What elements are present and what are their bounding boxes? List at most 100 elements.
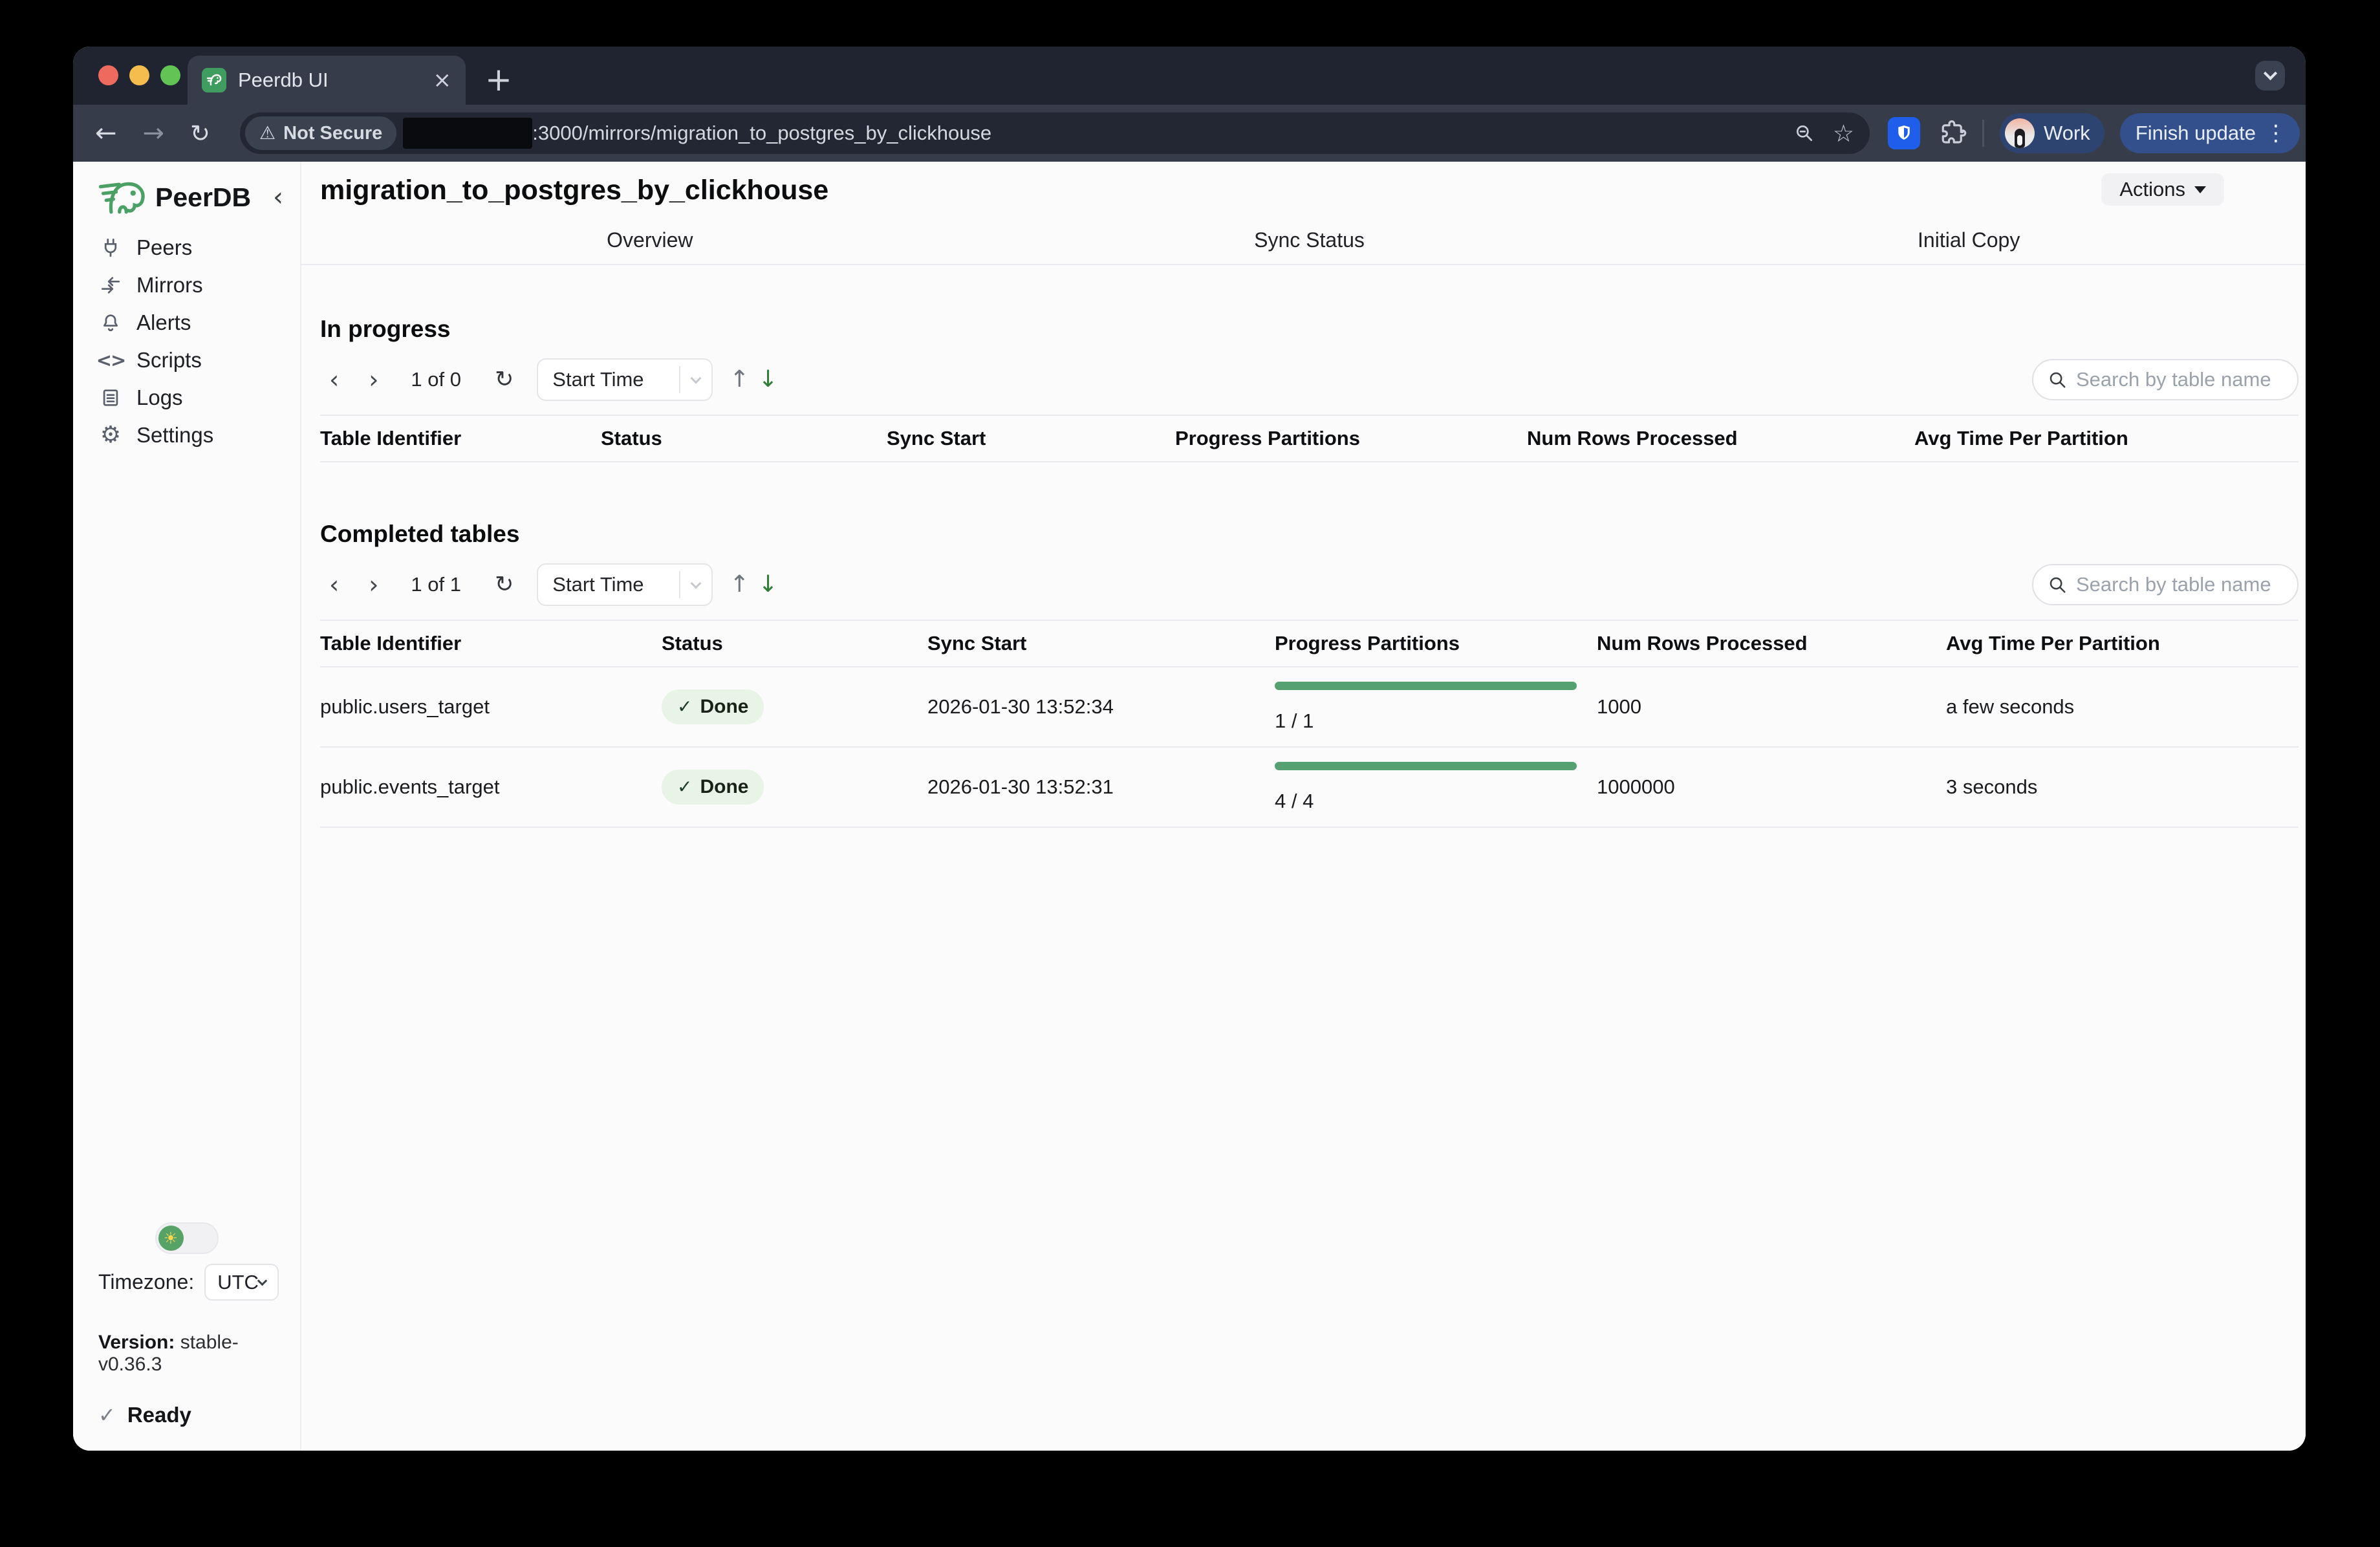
peerdb-favicon-icon	[202, 68, 226, 92]
completed-heading: Completed tables	[320, 521, 2299, 548]
sort-ascending-button[interactable]: ↑	[730, 573, 749, 596]
status-badge: ✓ Done	[662, 689, 764, 724]
brand-name: PeerDB	[155, 182, 251, 213]
chevron-down-icon	[691, 578, 702, 589]
sidebar-item-alerts[interactable]: Alerts	[98, 304, 300, 341]
browser-menu-icon[interactable]: ⋮	[2265, 122, 2287, 144]
sort-field-select[interactable]: Start Time	[537, 358, 713, 401]
completed-table-header: Table Identifier Status Sync Start Progr…	[320, 620, 2299, 667]
progress-bar	[1275, 682, 1577, 690]
in-progress-table-header: Table Identifier Status Sync Start Progr…	[320, 415, 2299, 462]
actions-button[interactable]: Actions	[2101, 173, 2224, 206]
table-row[interactable]: public.users_target ✓ Done 2026-01-30 13…	[320, 667, 2299, 748]
tab-close-icon[interactable]: ×	[433, 69, 452, 91]
forward-button[interactable]: →	[143, 120, 165, 146]
page-prev-button[interactable]: ‹	[329, 572, 339, 597]
sidebar-item-label: Peers	[136, 235, 192, 260]
version-line: Version: stable-v0.36.3	[98, 1332, 275, 1376]
finish-update-button[interactable]: Finish update ⋮	[2120, 113, 2300, 153]
search-icon	[2048, 370, 2067, 389]
tab-overview[interactable]: Overview	[320, 228, 980, 252]
bell-icon	[98, 312, 123, 334]
back-button[interactable]: ←	[95, 120, 117, 146]
version-label: Version:	[98, 1332, 175, 1353]
refresh-button[interactable]: ↻	[495, 574, 514, 596]
chevron-down-icon	[2263, 67, 2277, 80]
toolbar-divider	[1982, 120, 1984, 147]
sidebar-item-peers[interactable]: Peers	[98, 229, 300, 266]
sort-field-value: Start Time	[552, 573, 679, 596]
sidebar-item-label: Logs	[136, 385, 183, 410]
column-header: Table Identifier	[320, 427, 601, 450]
theme-toggle-knob: ☀	[158, 1226, 184, 1251]
column-header: Progress Partitions	[1175, 427, 1527, 450]
refresh-button[interactable]: ↻	[495, 369, 514, 391]
window-close-button[interactable]	[98, 65, 118, 85]
sort-field-value: Start Time	[552, 368, 679, 391]
profile-button[interactable]: Work	[2000, 113, 2104, 153]
num-rows: 1000000	[1597, 775, 1946, 799]
column-header: Sync Start	[927, 632, 1275, 655]
bookmark-star-icon[interactable]: ☆	[1833, 122, 1854, 146]
browser-tab[interactable]: Peerdb UI ×	[188, 56, 466, 105]
table-identifier: public.users_target	[320, 695, 662, 719]
search-input[interactable]	[2076, 368, 2283, 391]
search-input[interactable]	[2076, 573, 2283, 596]
progress-cell: 1 / 1	[1275, 682, 1597, 733]
status-label: Done	[700, 696, 748, 718]
tabs-divider	[301, 264, 2306, 265]
document-icon	[98, 387, 123, 409]
address-bar[interactable]: ⚠ Not Secure :3000/mirrors/migration_to_…	[240, 113, 1870, 154]
completed-controls: ‹ › 1 of 1 ↻ Start Time ↑ ↓	[320, 563, 2299, 606]
progress-label: 4 / 4	[1275, 790, 1597, 813]
peerdb-logo-icon	[98, 180, 147, 215]
sidebar-item-mirrors[interactable]: Mirrors	[98, 266, 300, 304]
sort-descending-button[interactable]: ↓	[758, 573, 777, 596]
column-header: Sync Start	[887, 427, 1175, 450]
sidebar-collapse-button[interactable]: ‹	[273, 184, 283, 210]
window-zoom-button[interactable]	[160, 65, 180, 85]
window-minimize-button[interactable]	[129, 65, 149, 85]
table-identifier: public.events_target	[320, 775, 662, 799]
profile-avatar	[2005, 118, 2035, 148]
sidebar-item-scripts[interactable]: <> Scripts	[98, 341, 300, 379]
penguin-icon	[2015, 129, 2025, 148]
table-row[interactable]: public.events_target ✓ Done 2026-01-30 1…	[320, 748, 2299, 828]
page-prev-button[interactable]: ‹	[329, 367, 339, 392]
tab-search-chevron-button[interactable]	[2255, 61, 2285, 91]
column-header: Num Rows Processed	[1527, 427, 1914, 450]
page-title: migration_to_postgres_by_clickhouse	[320, 175, 2299, 206]
sort-ascending-button[interactable]: ↑	[730, 368, 749, 391]
reload-button[interactable]: ↻	[190, 122, 210, 146]
sun-icon: ☀	[164, 1230, 178, 1246]
sort-descending-button[interactable]: ↓	[758, 368, 777, 391]
page-next-button[interactable]: ›	[369, 572, 378, 597]
bitwarden-extension-icon[interactable]	[1888, 117, 1920, 149]
progress-cell: 4 / 4	[1275, 762, 1597, 813]
in-progress-search[interactable]	[2032, 359, 2299, 400]
extensions-puzzle-icon[interactable]	[1940, 120, 1967, 147]
brand-row: PeerDB ‹	[98, 180, 300, 215]
timezone-select[interactable]: UTC	[204, 1264, 279, 1301]
tab-initial-copy[interactable]: Initial Copy	[1639, 228, 2299, 252]
timezone-row: Timezone: UTC	[98, 1264, 275, 1301]
pagination-text: 1 of 1	[411, 573, 461, 596]
theme-toggle[interactable]: ☀	[155, 1222, 219, 1254]
sidebar-item-label: Settings	[136, 423, 213, 448]
not-secure-badge[interactable]: ⚠ Not Secure	[245, 116, 396, 150]
mirror-arrows-icon	[98, 274, 123, 296]
sidebar-item-label: Mirrors	[136, 273, 203, 298]
sidebar-item-settings[interactable]: ⚙ Settings	[98, 416, 300, 454]
tab-sync-status[interactable]: Sync Status	[980, 228, 1639, 252]
browser-tab-bar: Peerdb UI × +	[73, 47, 2306, 105]
sidebar-item-logs[interactable]: Logs	[98, 379, 300, 416]
completed-search[interactable]	[2032, 564, 2299, 605]
status-label: Done	[700, 776, 748, 798]
zoom-magnifier-icon[interactable]	[1794, 123, 1815, 144]
sort-field-select[interactable]: Start Time	[537, 563, 713, 606]
page-next-button[interactable]: ›	[369, 367, 378, 392]
new-tab-button[interactable]: +	[485, 63, 512, 96]
check-icon: ✓	[677, 698, 692, 716]
tab-title: Peerdb UI	[238, 69, 433, 92]
sync-start: 2026-01-30 13:52:31	[927, 775, 1275, 799]
